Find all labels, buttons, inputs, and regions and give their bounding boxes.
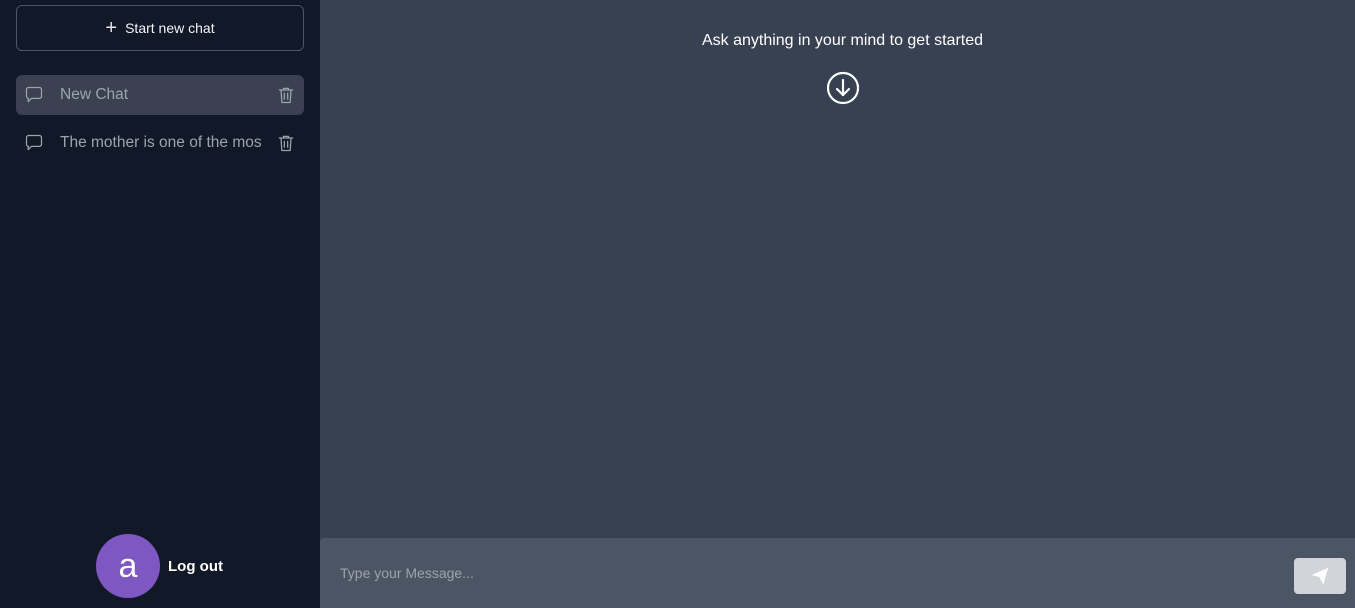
chat-item-mother[interactable]: The mother is one of the most — [16, 123, 304, 163]
app-window: + Start new chat New Chat The mother is … — [0, 0, 1355, 608]
trash-icon[interactable] — [276, 133, 296, 153]
message-composer — [320, 538, 1355, 608]
sidebar: + Start new chat New Chat The mother is … — [0, 0, 320, 608]
chat-bubble-icon — [25, 86, 43, 103]
trash-icon[interactable] — [276, 85, 296, 105]
empty-state-prompt: Ask anything in your mind to get started — [701, 32, 984, 49]
chat-bubble-icon — [25, 134, 43, 151]
main-panel: Ask anything in your mind to get started — [320, 0, 1355, 608]
send-icon — [1311, 567, 1329, 585]
chat-history-list: New Chat The mother is one of the most — [16, 75, 304, 171]
message-input[interactable] — [320, 538, 1280, 608]
avatar[interactable]: a — [96, 534, 160, 598]
logout-button[interactable]: Log out — [168, 558, 223, 575]
user-section: a Log out — [96, 534, 223, 598]
start-new-chat-label: Start new chat — [125, 20, 215, 36]
chat-item-label: The mother is one of the most — [60, 134, 262, 151]
plus-icon: + — [105, 17, 118, 39]
send-button[interactable] — [1294, 558, 1346, 594]
chat-item-new-chat[interactable]: New Chat — [16, 75, 304, 115]
arrow-down-circle-icon[interactable] — [825, 70, 861, 106]
start-new-chat-button[interactable]: + Start new chat — [16, 5, 304, 51]
chat-item-label: New Chat — [60, 86, 129, 103]
